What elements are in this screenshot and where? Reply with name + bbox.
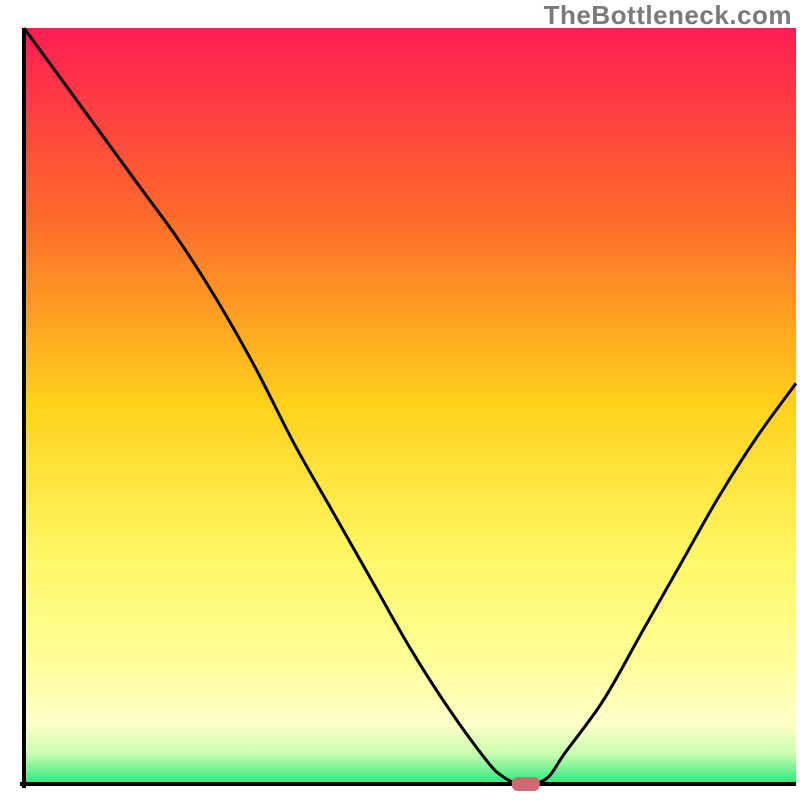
watermark-text: TheBottleneck.com xyxy=(544,0,792,31)
bottleneck-chart: TheBottleneck.com xyxy=(0,0,800,800)
chart-svg xyxy=(0,0,800,800)
plot-background xyxy=(24,28,796,784)
optimal-marker xyxy=(512,777,540,791)
